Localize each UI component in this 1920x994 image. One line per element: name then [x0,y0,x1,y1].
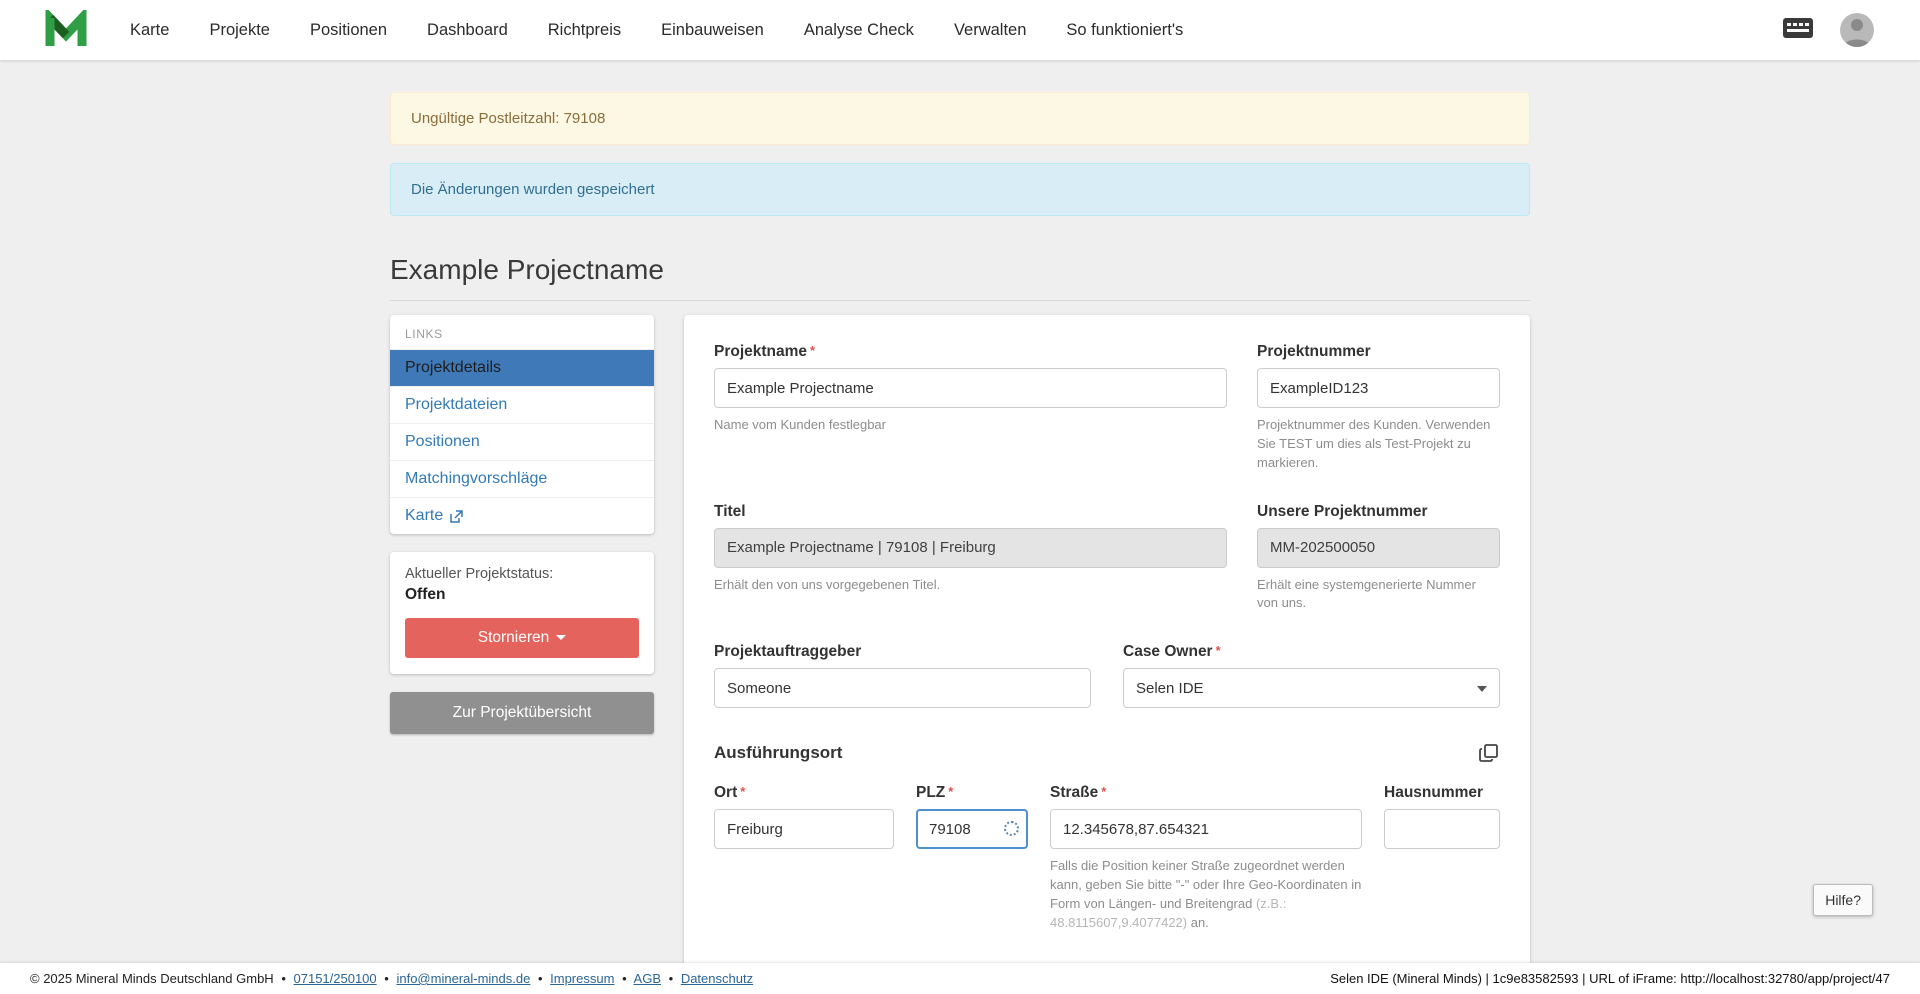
projektauftraggeber-input[interactable] [714,668,1091,708]
page-title: Example Projectname [390,254,1530,301]
nav-item-so-funktionierts[interactable]: So funktioniert's [1066,21,1183,40]
card-reader-icon[interactable] [1782,16,1814,45]
separator: • [669,971,674,986]
ort-label: Ort* [714,784,894,802]
person-icon [1840,13,1874,47]
required-marker: * [1216,643,1221,658]
separator: • [281,971,286,986]
links-header: LINKS [390,315,654,349]
mineral-minds-logo[interactable] [44,9,88,51]
sidebar-item-karte[interactable]: Karte [390,497,654,534]
sidebar-item-label: Karte [405,507,443,525]
nav-item-einbauweisen[interactable]: Einbauweisen [661,21,764,40]
nav-item-projekte[interactable]: Projekte [209,21,270,40]
footer-session-info: Selen IDE (Mineral Minds) | 1c9e83582593… [1330,971,1890,986]
sidebar-item-projektdetails[interactable]: Projektdetails [390,349,654,386]
nav-item-karte[interactable]: Karte [130,21,169,40]
nav-item-analyse-check[interactable]: Analyse Check [804,21,914,40]
datenschutz-link[interactable]: Datenschutz [681,971,753,986]
status-label: Aktueller Projektstatus: [405,566,639,582]
nav-item-positionen[interactable]: Positionen [310,21,387,40]
zur-projektuebersicht-button[interactable]: Zur Projektübersicht [390,692,654,734]
projektname-help: Name vom Kunden festlegbar [714,416,1227,435]
status-value: Offen [405,586,639,604]
ort-input[interactable] [714,809,894,849]
agb-link[interactable]: AGB [634,971,661,986]
links-card: LINKS Projektdetails Projektdateien Posi… [390,315,654,534]
case-owner-label: Case Owner* [1123,643,1500,661]
projektname-label: Projektname* [714,343,1227,361]
hausnummer-input[interactable] [1384,809,1500,849]
sidebar-item-label: Projektdetails [405,359,501,377]
external-link-icon [450,510,463,523]
top-navbar: Karte Projekte Positionen Dashboard Rich… [0,0,1920,60]
help-button[interactable]: Hilfe? [1813,884,1873,916]
info-alert: Die Änderungen wurden gespeichert [390,163,1530,216]
stornieren-button[interactable]: Stornieren [405,618,639,658]
strasse-help: Falls die Position keiner Straße zugeord… [1050,857,1362,932]
phone-link[interactable]: 07151/250100 [294,971,377,986]
projektauftraggeber-label: Projektauftraggeber [714,643,1091,661]
footer: © 2025 Mineral Minds Deutschland GmbH • … [0,963,1920,994]
case-owner-select[interactable]: Selen IDE [1123,668,1500,708]
warning-alert: Ungültige Postleitzahl: 79108 [390,92,1530,145]
strasse-label: Straße* [1050,784,1362,802]
projektnummer-help: Projektnummer des Kunden. Verwenden Sie … [1257,416,1500,473]
unsere-projektnummer-label: Unsere Projektnummer [1257,503,1500,521]
ausfuehrungsort-heading: Ausführungsort [714,743,842,763]
unsere-projektnummer-help: Erhält eine systemgenerierte Nummer von … [1257,576,1500,614]
email-link[interactable]: info@mineral-minds.de [396,971,530,986]
copyright-text: © 2025 Mineral Minds Deutschland GmbH [30,971,274,986]
unsere-projektnummer-input [1257,528,1500,568]
main-nav: Karte Projekte Positionen Dashboard Rich… [130,21,1183,40]
required-marker: * [740,784,745,799]
stornieren-button-label: Stornieren [478,629,550,646]
required-marker: * [1101,784,1106,799]
separator: • [384,971,389,986]
caret-down-icon [556,635,566,640]
sidebar-item-projektdateien[interactable]: Projektdateien [390,386,654,423]
separator: • [622,971,627,986]
nav-item-verwalten[interactable]: Verwalten [954,21,1026,40]
logo-m-icon [44,10,88,50]
projektname-input[interactable] [714,368,1227,408]
sidebar-item-label: Positionen [405,433,480,451]
separator: • [538,971,543,986]
project-status-card: Aktueller Projektstatus: Offen Storniere… [390,552,654,674]
hausnummer-label: Hausnummer [1384,784,1500,802]
strasse-input[interactable] [1050,809,1362,849]
sidebar-item-label: Matchingvorschläge [405,470,547,488]
projektnummer-input[interactable] [1257,368,1500,408]
user-avatar[interactable] [1840,13,1874,47]
nav-item-richtpreis[interactable]: Richtpreis [548,21,621,40]
titel-input [714,528,1227,568]
copy-icon[interactable] [1478,742,1500,764]
sidebar-item-label: Projektdateien [405,396,507,414]
titel-label: Titel [714,503,1227,521]
plz-label: PLZ* [916,784,1028,802]
sidebar-item-positionen[interactable]: Positionen [390,423,654,460]
projektnummer-label: Projektnummer [1257,343,1500,361]
nav-item-dashboard[interactable]: Dashboard [427,21,508,40]
project-details-form: Projektname* Name vom Kunden festlegbar … [684,315,1530,994]
required-marker: * [948,784,953,799]
impressum-link[interactable]: Impressum [550,971,614,986]
case-owner-value: Selen IDE [1136,680,1204,697]
footer-left: © 2025 Mineral Minds Deutschland GmbH • … [30,971,753,986]
required-marker: * [810,343,815,358]
sidebar-item-matchingvorschlaege[interactable]: Matchingvorschläge [390,460,654,497]
titel-help: Erhält den von uns vorgegebenen Titel. [714,576,1227,595]
